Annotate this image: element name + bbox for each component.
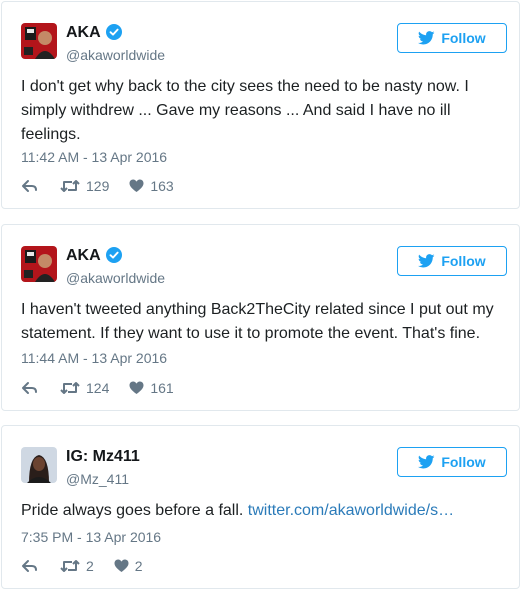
follow-button-label: Follow (441, 30, 486, 46)
like-button[interactable]: 161 (129, 380, 174, 396)
tweet-text: I don't get why back to the city sees th… (21, 78, 469, 143)
like-button[interactable]: 2 (114, 558, 143, 574)
follow-button[interactable]: Follow (397, 246, 507, 276)
verified-badge-icon (105, 247, 122, 268)
reply-icon (21, 381, 38, 395)
avatar[interactable] (21, 23, 57, 59)
user-handle[interactable]: @akaworldwide (66, 47, 165, 63)
follow-button-label: Follow (441, 454, 486, 470)
retweet-count: 2 (86, 558, 94, 574)
tweet-timestamp[interactable]: 11:44 AM - 13 Apr 2016 (21, 350, 167, 366)
user-handle[interactable]: @Mz_411 (66, 471, 129, 487)
reply-icon (21, 559, 38, 573)
like-count: 163 (150, 178, 174, 194)
tweet-link[interactable]: twitter.com/akaworldwide/s… (248, 502, 454, 519)
avatar[interactable] (21, 246, 57, 282)
tweet-card: AKA @akaworldwide Follow I don't get why… (1, 1, 520, 209)
tweet-timestamp[interactable]: 7:35 PM - 13 Apr 2016 (21, 529, 161, 545)
retweet-icon (60, 559, 80, 573)
follow-button[interactable]: Follow (397, 23, 507, 53)
reply-icon (21, 179, 38, 193)
verified-badge-icon (105, 24, 122, 45)
display-name[interactable]: AKA (66, 247, 122, 268)
tweet-actions: 2 2 (21, 558, 163, 574)
tweet-actions: 129 163 (21, 178, 194, 194)
heart-icon (129, 381, 144, 395)
tweet-text: I haven't tweeted anything Back2TheCity … (21, 301, 494, 342)
reply-button[interactable] (21, 179, 38, 193)
tweet-actions: 124 161 (21, 380, 194, 396)
retweet-button[interactable]: 129 (60, 178, 109, 194)
tweet-text: Pride always goes before a fall. twitter… (21, 502, 455, 519)
display-name[interactable]: IG: Mz411 (66, 448, 140, 466)
like-button[interactable]: 163 (129, 178, 174, 194)
twitter-bird-icon (418, 254, 435, 268)
follow-button-label: Follow (441, 253, 486, 269)
retweet-count: 124 (86, 380, 110, 396)
user-handle[interactable]: @akaworldwide (66, 270, 165, 286)
retweet-button[interactable]: 124 (60, 380, 109, 396)
heart-icon (129, 179, 144, 193)
like-count: 161 (150, 380, 174, 396)
reply-button[interactable] (21, 559, 38, 573)
reply-button[interactable] (21, 381, 38, 395)
retweet-icon (60, 381, 80, 395)
like-count: 2 (134, 558, 143, 574)
retweet-count: 129 (86, 178, 110, 194)
retweet-icon (60, 179, 80, 193)
tweet-card: AKA @akaworldwide Follow I haven't tweet… (1, 224, 520, 411)
follow-button[interactable]: Follow (397, 447, 507, 477)
heart-icon (114, 559, 129, 573)
tweet-card: IG: Mz411 @Mz_411 Follow Pride always go… (1, 425, 520, 589)
tweet-timestamp[interactable]: 11:42 AM - 13 Apr 2016 (21, 149, 167, 165)
twitter-bird-icon (418, 31, 435, 45)
twitter-bird-icon (418, 455, 435, 469)
retweet-button[interactable]: 2 (60, 558, 94, 574)
display-name[interactable]: AKA (66, 24, 122, 45)
avatar[interactable] (21, 447, 57, 483)
